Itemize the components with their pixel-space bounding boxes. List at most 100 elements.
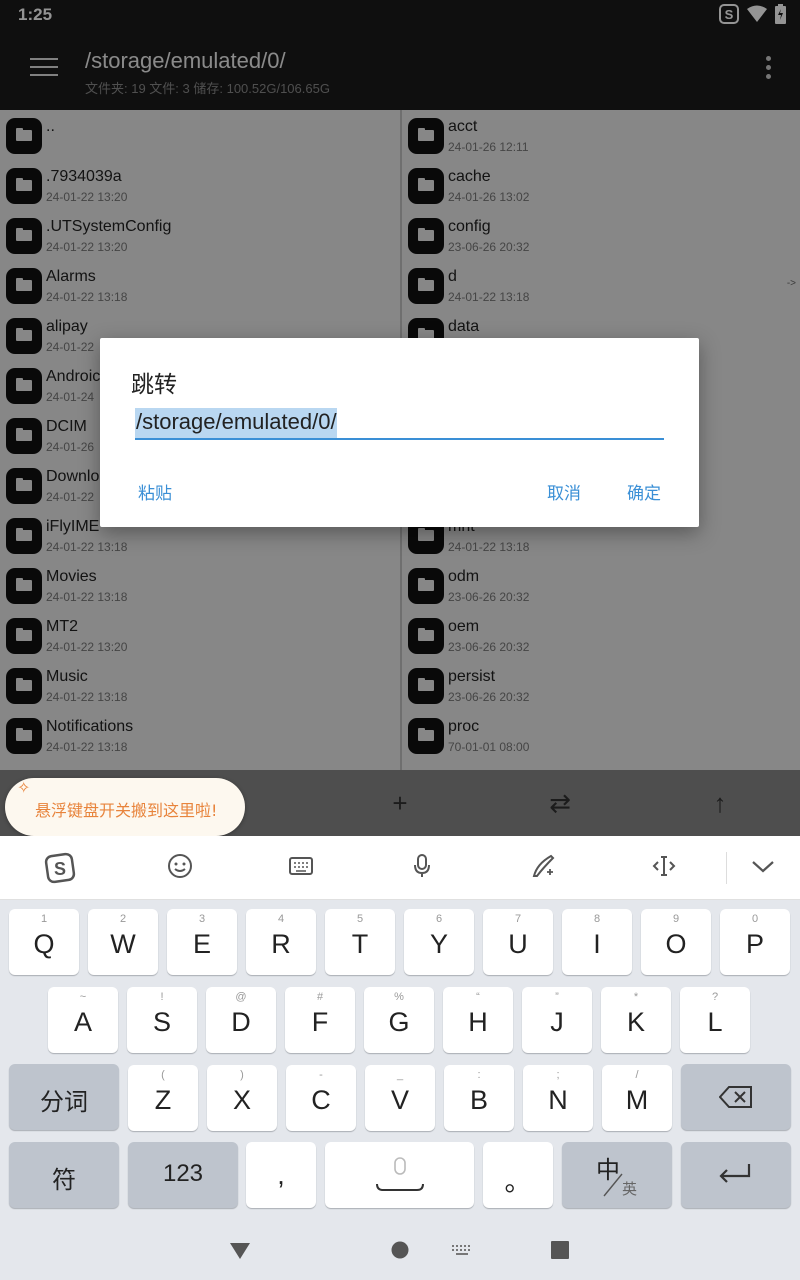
- file-name: ..: [46, 118, 55, 135]
- key-main-label: W: [110, 929, 136, 959]
- keyboard-layout-icon[interactable]: [285, 852, 317, 884]
- key-g[interactable]: % G: [364, 987, 434, 1053]
- file-date: 24-01-26 13:02: [448, 190, 530, 204]
- key-enter[interactable]: [681, 1142, 791, 1208]
- folder-icon: [408, 168, 444, 204]
- key-r[interactable]: 4R: [246, 909, 316, 975]
- key-q[interactable]: 1Q: [9, 909, 79, 975]
- key-main-label: E: [192, 929, 211, 959]
- file-row[interactable]: d 24-01-22 13:18 ->: [402, 260, 800, 310]
- key-fenci[interactable]: 分词: [9, 1064, 119, 1130]
- file-row[interactable]: ..: [0, 110, 400, 160]
- key-comma[interactable]: ,: [246, 1142, 316, 1208]
- key-numbers[interactable]: 123: [128, 1142, 238, 1208]
- file-row[interactable]: Music 24-01-22 13:18: [0, 660, 400, 710]
- folder-icon: [6, 518, 42, 554]
- dialog-title: 跳转: [131, 372, 177, 398]
- home-icon[interactable]: [391, 1241, 409, 1259]
- handwriting-icon[interactable]: [527, 852, 559, 884]
- key-h[interactable]: “H: [443, 987, 513, 1053]
- key-main-label: G: [388, 1007, 410, 1037]
- file-row[interactable]: cache 24-01-26 13:02: [402, 160, 800, 210]
- file-row[interactable]: Alarms 24-01-22 13:18: [0, 260, 400, 310]
- key-p[interactable]: 0P: [720, 909, 790, 975]
- emoji-icon[interactable]: [164, 852, 196, 884]
- key-main-label: P: [745, 929, 764, 959]
- file-row[interactable]: MT2 24-01-22 13:20: [0, 610, 400, 660]
- file-row[interactable]: persist 23-06-26 20:32: [402, 660, 800, 710]
- file-row[interactable]: acct 24-01-26 12:11: [402, 110, 800, 160]
- key-space[interactable]: [325, 1142, 474, 1208]
- key-symbols[interactable]: 符: [9, 1142, 119, 1208]
- file-row[interactable]: oem 23-06-26 20:32: [402, 610, 800, 660]
- file-row[interactable]: Movies 24-01-22 13:18: [0, 560, 400, 610]
- file-date: 24-01-22 13:20: [46, 190, 128, 204]
- key-z[interactable]: (Z: [128, 1065, 198, 1131]
- key-b[interactable]: :B: [444, 1065, 514, 1131]
- recents-icon[interactable]: [551, 1241, 569, 1259]
- soft-keyboard: 分词 符 123 , 。 中 英 1 Q 2 W 3 E 4 R 5 T 6 Y 7 U 8 I 9 O 0 P ~ A!…: [0, 900, 800, 1220]
- file-date: 24-01-24: [46, 390, 95, 404]
- key-sub-label: ): [240, 1069, 244, 1081]
- keyboard-switch-icon[interactable]: [451, 1244, 473, 1256]
- key-sub-label: ?: [711, 991, 719, 1003]
- folder-icon: [6, 618, 42, 654]
- key-v[interactable]: _ V: [365, 1065, 435, 1131]
- file-name: Movies: [46, 568, 97, 585]
- key-w[interactable]: 2W: [88, 909, 158, 975]
- key-e[interactable]: 3E: [167, 909, 237, 975]
- microphone-icon[interactable]: [406, 852, 438, 884]
- key-l[interactable]: ? L: [680, 987, 750, 1053]
- file-date: 24-01-22 13:18: [448, 290, 530, 304]
- paste-button[interactable]: 粘贴: [138, 479, 172, 504]
- key-m[interactable]: / M: [602, 1065, 672, 1131]
- key-a[interactable]: ~ A: [48, 987, 118, 1053]
- status-bar: 1:25 S: [0, 0, 800, 30]
- key-n[interactable]: ; N: [523, 1065, 593, 1131]
- key-period[interactable]: 。: [483, 1142, 553, 1208]
- file-row[interactable]: Notifications 24-01-22 13:18: [0, 710, 400, 760]
- tooltip-text: 悬浮键盘开关搬到这里啦!: [35, 801, 218, 820]
- key-sub-label: !: [160, 991, 164, 1003]
- key-x[interactable]: ) X: [207, 1065, 277, 1131]
- sogou-logo-icon[interactable]: S: [44, 852, 76, 884]
- key-t[interactable]: 5T: [325, 909, 395, 975]
- file-row[interactable]: .UTSystemConfig 24-01-22 13:20: [0, 210, 400, 260]
- key-main-label: Y: [429, 929, 448, 959]
- folder-icon: [6, 468, 42, 504]
- folder-icon: [408, 218, 444, 254]
- key-backspace[interactable]: [681, 1064, 791, 1130]
- key-main-label: M: [625, 1085, 649, 1115]
- file-name: data: [448, 318, 480, 335]
- file-row[interactable]: config 23-06-26 20:32: [402, 210, 800, 260]
- key-s[interactable]: ! S: [127, 987, 197, 1053]
- back-icon[interactable]: [229, 1242, 251, 1260]
- key-lang-switch[interactable]: 中 英: [562, 1142, 672, 1208]
- key-k[interactable]: * K: [601, 987, 671, 1053]
- path-input[interactable]: /storage/emulated/0/: [135, 408, 664, 440]
- path-input-value[interactable]: /storage/emulated/0/: [135, 408, 337, 438]
- key-o[interactable]: 9O: [641, 909, 711, 975]
- confirm-button[interactable]: 确定: [627, 479, 661, 504]
- cancel-button[interactable]: 取消: [547, 479, 581, 504]
- cursor-move-icon[interactable]: [648, 852, 680, 884]
- more-options-icon[interactable]: [766, 56, 772, 82]
- key-i[interactable]: 8I: [562, 909, 632, 975]
- key-u[interactable]: 7U: [483, 909, 553, 975]
- file-date: 24-01-26: [46, 440, 95, 454]
- hide-keyboard-icon[interactable]: [747, 852, 779, 884]
- file-name: MT2: [46, 618, 78, 635]
- file-row[interactable]: odm 23-06-26 20:32: [402, 560, 800, 610]
- key-j[interactable]: ” J: [522, 987, 592, 1053]
- folder-icon: [6, 568, 42, 604]
- key-c[interactable]: -C: [286, 1065, 356, 1131]
- folder-icon: [6, 418, 42, 454]
- key-sub-label: 0: [751, 913, 759, 925]
- key-y[interactable]: 6Y: [404, 909, 474, 975]
- file-name: odm: [448, 568, 480, 585]
- key-d[interactable]: @ D: [206, 987, 276, 1053]
- key-f[interactable]: # F: [285, 987, 355, 1053]
- file-row[interactable]: .7934039a 24-01-22 13:20: [0, 160, 400, 210]
- menu-icon[interactable]: [30, 58, 58, 80]
- file-row[interactable]: proc 70-01-01 08:00: [402, 710, 800, 760]
